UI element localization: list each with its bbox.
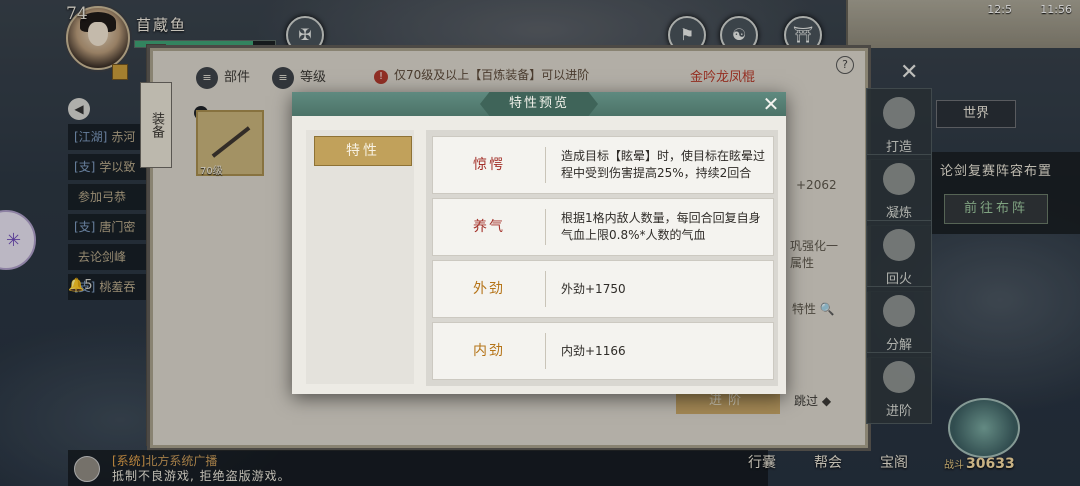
trait-divider: [545, 271, 546, 307]
trait-name: 惊愕: [473, 157, 505, 173]
modal-title: 特性预览: [508, 96, 569, 111]
trait-divider: [545, 209, 546, 245]
trait-description: 内劲+1166: [561, 343, 626, 358]
trait-name: 养气: [473, 219, 505, 235]
modal-title-plate: 特性预览: [480, 92, 598, 116]
trait-description: 造成目标【眩晕】时，使目标在眩晕过程中受到伤害提高25%，持续2回合: [561, 149, 766, 180]
trait-name: 内劲: [473, 343, 505, 359]
trait-divider: [545, 147, 546, 183]
tab-traits[interactable]: 特性: [314, 136, 412, 166]
modal-header: 特性预览 ✕: [292, 92, 786, 116]
trait-row: 内劲 内劲+1166: [432, 322, 774, 380]
trait-row: 外劲 外劲+1750: [432, 260, 774, 318]
trait-name: 外劲: [473, 281, 505, 297]
trait-row: 养气 根据1格内敌人数量，每回合回复自身气血上限0.8%*人数的气血: [432, 198, 774, 256]
modal-close-icon[interactable]: ✕: [760, 93, 782, 115]
trait-preview-modal: 特性预览 ✕ 特性 惊愕 造成目标【眩晕】时，使目标在眩晕过程中受到伤害提高25%…: [292, 92, 786, 394]
modal-sidebar: [306, 130, 414, 384]
trait-row: 惊愕 造成目标【眩晕】时，使目标在眩晕过程中受到伤害提高25%，持续2回合: [432, 136, 774, 194]
trait-description: 外劲+1750: [561, 281, 626, 296]
trait-divider: [545, 333, 546, 369]
trait-description: 根据1格内敌人数量，每回合回复自身气血上限0.8%*人数的气血: [561, 211, 761, 242]
